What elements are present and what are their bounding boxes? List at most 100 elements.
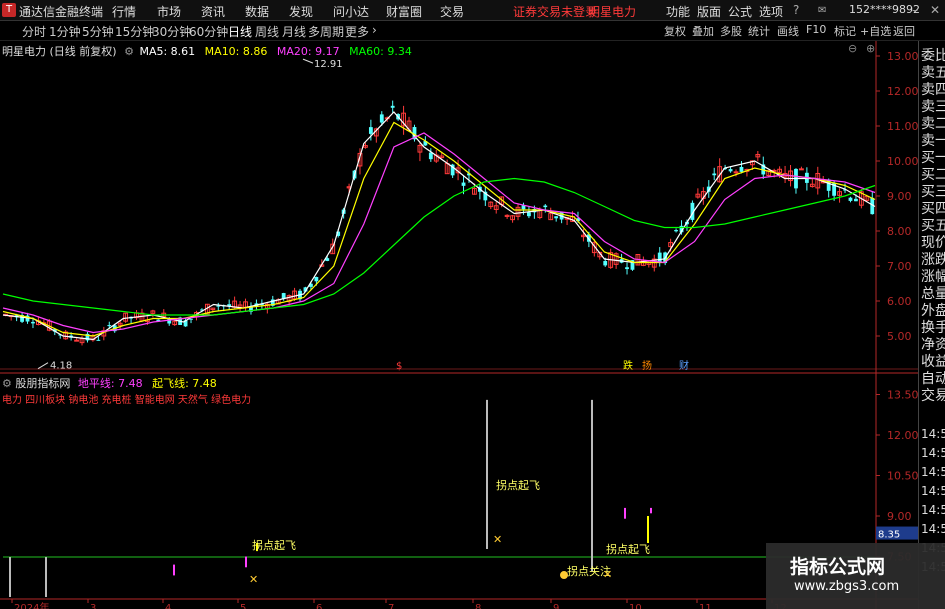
tool-mark-button[interactable]: 标记: [834, 23, 856, 39]
tool-f10-button[interactable]: F10: [806, 23, 826, 36]
y-tick-label: 10.50: [887, 470, 918, 483]
event-marker: 扬: [642, 359, 652, 372]
y-tick-label: 9.00: [887, 190, 912, 203]
y-tick-label: 10.00: [887, 155, 918, 168]
kline-chart[interactable]: 12.914.18 $ 跌扬财 拐点起飞拐点起飞拐点起飞拐点关注✕✕✕8.35 13…: [0, 41, 918, 609]
period-tab-multi[interactable]: 多周期: [308, 23, 344, 40]
tool-back-button[interactable]: 返回: [893, 23, 915, 39]
menu-item-data[interactable]: 数据: [245, 3, 269, 20]
period-tab-15min[interactable]: 15分钟: [115, 23, 154, 40]
minimize-icon[interactable]: –: [912, 3, 918, 17]
menu-item-news[interactable]: 资讯: [201, 3, 225, 20]
plus-icon[interactable]: ⊕: [866, 42, 875, 55]
menu-item-wealth[interactable]: 财富圈: [386, 3, 422, 20]
menu-item-trade[interactable]: 交易: [440, 3, 464, 20]
candle-body: [390, 105, 395, 108]
period-tab-5min[interactable]: 5分钟: [82, 23, 114, 40]
minus-icon[interactable]: ⊖: [848, 42, 857, 55]
trade-time: 14:56: [921, 484, 945, 498]
candle-body: [428, 152, 433, 160]
y-tick-label: 13.50: [887, 389, 918, 402]
indicator-gear-icon[interactable]: ⚙: [2, 377, 12, 390]
watermark-url: www.zbgs3.com: [794, 579, 900, 594]
x-tick-label: 10: [629, 603, 642, 609]
event-marker: $: [396, 361, 402, 372]
x-tick-label: 3: [90, 603, 96, 609]
stock-title: 明星电力: [588, 5, 637, 19]
indicator-name: 股朋指标网: [15, 377, 71, 390]
candle-body: [739, 166, 744, 172]
period-tab-1min[interactable]: 1分钟: [49, 23, 81, 40]
app-logo: T: [2, 3, 16, 17]
takeoff-label: 拐点起飞: [252, 538, 296, 552]
tool-stats-button[interactable]: 统计: [748, 23, 770, 39]
ma-line-ma10: [2, 121, 876, 337]
candle-body: [728, 169, 733, 172]
menu-item-options[interactable]: 选项: [759, 3, 783, 20]
help-icon[interactable]: ?: [793, 3, 799, 17]
tool-overlay-button[interactable]: 叠加: [692, 23, 714, 39]
period-tab-30min[interactable]: 30分钟: [152, 23, 191, 40]
trade-time: 14:56: [921, 446, 945, 460]
y-tick-label: 12.00: [887, 85, 918, 98]
period-tab-more[interactable]: 更多: [345, 23, 369, 40]
user-account[interactable]: 152****9892: [849, 3, 920, 16]
period-tab-60min[interactable]: 60分钟: [189, 23, 228, 40]
candle-body: [31, 321, 35, 324]
coin-icon: [560, 571, 568, 580]
takeoff-label: 拐点起飞: [496, 478, 540, 492]
tool-multistock-button[interactable]: 多股: [720, 23, 742, 39]
trade-time: 14:56: [921, 427, 945, 441]
watermark-title: 指标公式网: [790, 556, 886, 578]
x-tick-label: 9: [553, 603, 559, 609]
period-tab-weekly[interactable]: 周线: [255, 23, 279, 40]
candle-body: [712, 173, 717, 176]
menu-item-formula[interactable]: 公式: [728, 3, 752, 20]
x-tick-label: 2024年: [14, 601, 49, 609]
candle-body: [96, 339, 101, 341]
candle-body: [368, 127, 373, 134]
app-title: 通达信金融终端: [19, 5, 104, 19]
y-tick-label: 8.00: [887, 225, 912, 238]
period-tab-monthly[interactable]: 月线: [282, 23, 306, 40]
ground-line-label: 地平线: 7.48: [77, 377, 143, 390]
menu-bar: T 通达信金融终端 行情 市场 资讯 数据 发现 问小达 财富圈 交易 证券交易…: [0, 0, 945, 21]
trade-time: 14:56: [921, 522, 945, 536]
menu-item-quotes[interactable]: 行情: [112, 3, 136, 20]
menu-item-ask[interactable]: 问小达: [333, 3, 369, 20]
y-tick-label: 5.00: [887, 330, 912, 343]
period-tab-timeshare[interactable]: 分时: [22, 23, 46, 40]
login-notice[interactable]: 证券交易未登录: [513, 3, 597, 20]
settings-gear-icon[interactable]: ⚙: [124, 45, 134, 58]
close-icon[interactable]: ✕: [930, 3, 940, 17]
ma10-label: MA10: 8.86: [204, 45, 268, 58]
menu-item-function[interactable]: 功能: [666, 3, 690, 20]
message-icon[interactable]: ✉: [818, 5, 826, 16]
menu-item-layout[interactable]: 版面: [697, 3, 721, 20]
candle-body: [657, 252, 662, 263]
candle-body: [848, 197, 853, 201]
y-tick-label: 12.00: [887, 429, 918, 442]
takeoff-label: 拐点起飞: [606, 542, 650, 556]
trade-time: 14:56: [921, 503, 945, 517]
tool-adjust-button[interactable]: 复权: [664, 23, 686, 39]
takeoff-line-label: 起飞线: 7.48: [152, 377, 217, 390]
tool-draw-button[interactable]: 画线: [777, 23, 799, 39]
trade-time: 14:56: [921, 465, 945, 479]
tool-watchlist-button[interactable]: +自选: [860, 23, 891, 39]
event-marker: 财: [679, 359, 689, 372]
x-tick-label: 8: [475, 603, 481, 609]
menu-item-discover[interactable]: 发现: [289, 3, 313, 20]
ma-line-ma60: [2, 177, 876, 316]
chevron-right-icon[interactable]: ›: [372, 23, 377, 37]
sector-tags[interactable]: 电力 四川板块 钠电池 充电桩 智能电网 天然气 绿色电力: [2, 391, 251, 406]
x-tick-label: 5: [240, 603, 246, 609]
candle-body: [554, 216, 559, 219]
period-tab-daily[interactable]: 日线: [228, 23, 252, 40]
candle-body: [74, 339, 79, 342]
ma5-label: MA5: 8.61: [139, 45, 196, 58]
right-info-panel: 委比 卖五 卖四 卖三 卖二 卖一 买一 买二 买三 买四 买五 现价 涨跌 涨幅 总量 外盘 换手 净资 收益 自动…: [918, 41, 945, 609]
high-price-label: 12.91: [314, 59, 343, 70]
candle-body: [799, 168, 804, 171]
menu-item-market[interactable]: 市场: [157, 3, 181, 20]
